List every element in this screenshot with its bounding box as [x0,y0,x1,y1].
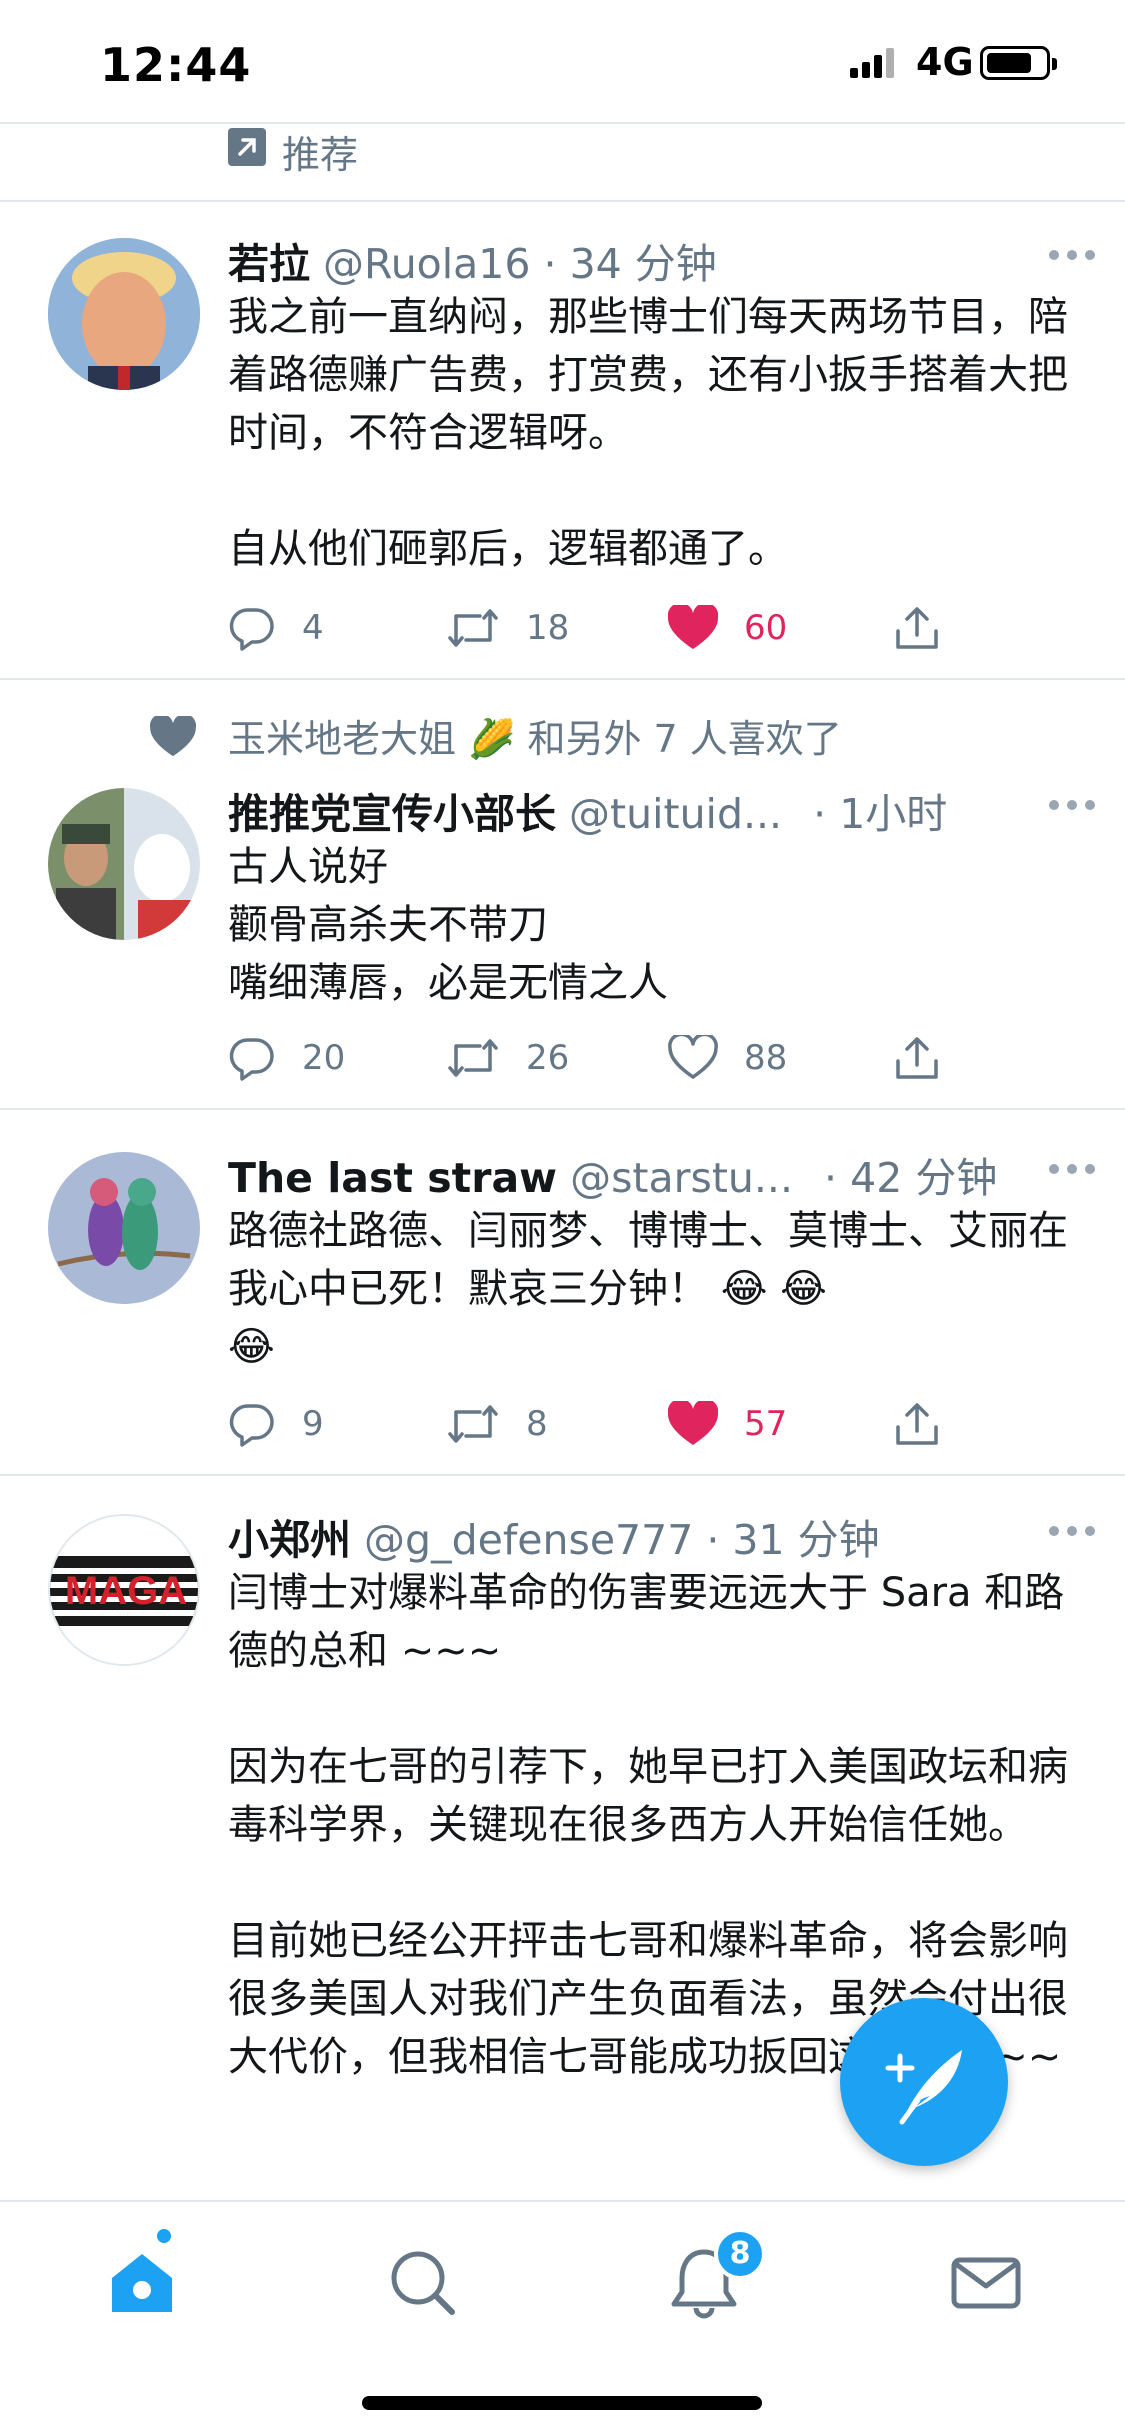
retweet-count: 26 [526,1038,570,1078]
like-count: 88 [744,1038,788,1078]
retweet-count: 8 [526,1404,548,1444]
more-options-icon[interactable] [1049,250,1095,262]
share-button[interactable] [892,600,942,656]
notifications-badge: 8 [714,2228,766,2280]
battery-icon [980,46,1057,80]
tweet-header: 若拉 @Ruola16 · 34 分钟 [228,230,1085,288]
tweet-time: · 42 分钟 [824,1154,998,1202]
status-bar: 12:44 4G [0,0,1125,124]
cellular-signal-icon [850,48,894,78]
like-count: 57 [744,1404,788,1444]
retweet-count: 18 [526,608,570,648]
messages-mail-icon[interactable] [946,2242,1026,2322]
tweet-text: 我之前一直纳闷，那些博士们每天两场节目，陪着路德赚广告费，打赏费，还有小扳手搭着… [228,294,1068,572]
more-options-icon[interactable] [1049,800,1095,812]
author-handle[interactable]: @Ruola16 [323,240,530,288]
author-name[interactable]: The last straw [228,1154,557,1202]
compose-tweet-button[interactable] [840,1998,1008,2166]
reply-icon [229,1404,274,1447]
like-button[interactable]: 60 [668,600,787,656]
reply-count: 20 [302,1038,346,1078]
avatar-maga-text: MAGA [65,1569,187,1613]
share-icon [896,1037,938,1079]
like-button[interactable]: 57 [668,1396,787,1452]
tweet-text: 古人说好 颧骨高杀夫不带刀 嘴细薄唇，必是无情之人 [228,844,668,1006]
reply-icon [229,1038,274,1081]
tweet-header: The last straw @starstu... · 42 分钟 [228,1144,1085,1202]
tweet-actions: 20 26 88 [228,1030,988,1086]
home-icon[interactable] [102,2242,182,2322]
tweet-item[interactable]: The last straw @starstu... · 42 分钟 路德社路德… [0,1110,1125,1476]
avatar[interactable]: MAGA [48,1514,200,1666]
author-handle[interactable]: @tuituid... [569,790,782,838]
share-button[interactable] [892,1030,942,1086]
recommend-label: 推荐 [282,133,359,177]
retweet-icon [448,609,498,647]
author-name[interactable]: 若拉 [228,240,310,288]
tweet-item[interactable]: 玉米地老大姐 🌽 和另外 7 人喜欢了 推推党宣传小部长 @tuituid...… [0,680,1125,1110]
share-button[interactable] [892,1396,942,1452]
retweet-icon [448,1039,498,1077]
avatar[interactable] [48,1152,200,1304]
share-icon [896,1403,938,1445]
reply-button[interactable]: 20 [228,1030,345,1086]
heart-icon [150,716,196,757]
avatar[interactable] [48,238,200,390]
home-indicator[interactable] [362,2396,762,2410]
arrow-up-right-icon [228,128,266,166]
network-type: 4G [916,40,974,84]
reply-button[interactable]: 9 [228,1396,324,1452]
heart-outline-icon [668,1035,718,1079]
twitter-timeline-screen: 12:44 4G 推荐 若拉 @Ruola16 · 34 分钟 我之前一直纳闷，… [0,0,1125,2436]
author-handle[interactable]: @starstu... [570,1154,793,1202]
reply-count: 9 [302,1404,324,1444]
reply-icon [229,608,274,651]
tweet-actions: 4 18 60 [228,600,988,656]
social-context: 玉米地老大姐 🌽 和另外 7 人喜欢了 [0,708,1125,762]
heart-filled-icon [668,1401,718,1445]
author-name[interactable]: 推推党宣传小部长 [228,790,556,838]
reply-button[interactable]: 4 [228,600,324,656]
tweet-time: · 1小时 [813,790,948,838]
retweet-button[interactable]: 18 [446,600,569,656]
heart-filled-icon [668,605,718,649]
avatar[interactable] [48,788,200,940]
retweet-button[interactable]: 26 [446,1030,569,1086]
status-time: 12:44 [100,38,252,92]
author-name[interactable]: 小郑州 [228,1516,351,1564]
social-context-text[interactable]: 玉米地老大姐 🌽 和另外 7 人喜欢了 [228,708,842,763]
share-icon [896,607,938,649]
more-options-icon[interactable] [1049,1526,1095,1538]
search-icon[interactable] [382,2242,462,2322]
tweet-actions: 9 8 57 [228,1396,988,1452]
tweet-text: 路德社路德、闫丽梦、博博士、莫博士、艾丽在我心中已死！默哀三分钟！ 😂 😂 😂 [228,1208,1068,1370]
more-options-icon[interactable] [1049,1164,1095,1176]
tweet-header: 小郑州 @g_defense777 · 31 分钟 [228,1506,1085,1564]
compose-feather-icon [885,2050,962,2125]
like-count: 60 [744,608,788,648]
home-new-content-dot [154,2226,174,2246]
tweet-header: 推推党宣传小部长 @tuituid... · 1小时 [228,780,1085,838]
author-handle[interactable]: @g_defense777 [364,1516,693,1564]
retweet-button[interactable]: 8 [446,1396,548,1452]
recommend-row[interactable]: 推荐 [0,124,1125,202]
retweet-icon [448,1405,498,1443]
reply-count: 4 [302,608,324,648]
tweet-time: · 34 分钟 [543,240,717,288]
tweet-item[interactable]: 若拉 @Ruola16 · 34 分钟 我之前一直纳闷，那些博士们每天两场节目，… [0,202,1125,680]
like-button[interactable]: 88 [668,1030,787,1086]
tweet-time: · 31 分钟 [706,1516,880,1564]
